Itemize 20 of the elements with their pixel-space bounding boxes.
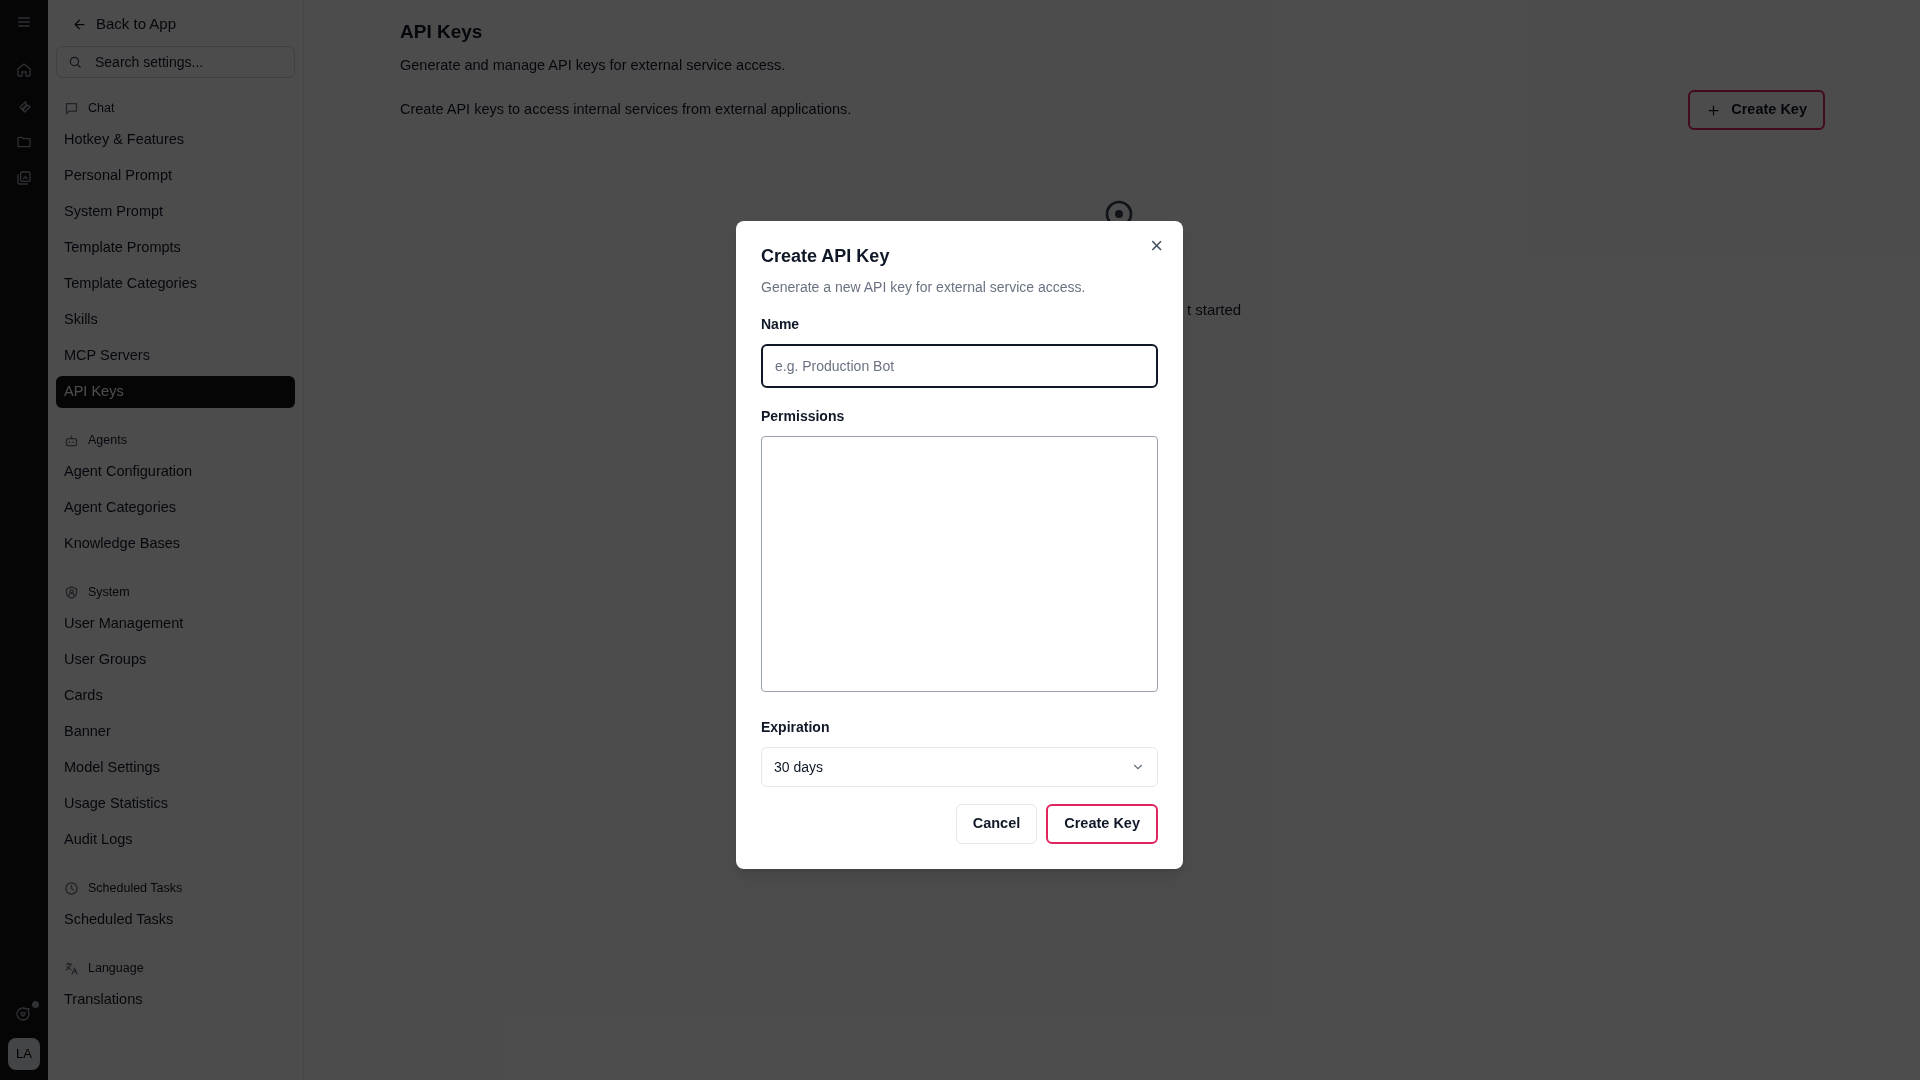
field-label: Name <box>761 315 801 334</box>
page-subtitle: Generate and manage API keys for external service access. <box>400 55 787 75</box>
section-heading: Chat <box>88 99 115 117</box>
section-heading: System <box>88 583 130 601</box>
field-label: Permissions <box>761 407 846 426</box>
section-heading: Agents <box>88 431 127 449</box>
cancel-button[interactable]: Cancel <box>955 804 1038 844</box>
section-heading: Language <box>88 959 144 977</box>
page-title: API Keys <box>400 20 484 44</box>
section-heading: Scheduled Tasks <box>88 879 183 897</box>
permissions-box[interactable] <box>761 436 1158 692</box>
close-button[interactable]: × <box>1150 235 1163 257</box>
dialog-title: Create API Key <box>761 245 890 268</box>
name-input[interactable]: e.g. Production Bot <box>761 344 1158 388</box>
field-label: Expiration <box>761 718 831 737</box>
dialog-description: Generate a new API key for external service access. <box>761 278 1087 297</box>
expiration-select[interactable]: 30 days <box>761 747 1158 787</box>
page-description: Create API keys to access internal services from external applications. <box>400 100 852 120</box>
empty-state-text: t started <box>1187 300 1242 320</box>
create-key-button[interactable]: Create Key <box>1046 804 1158 844</box>
